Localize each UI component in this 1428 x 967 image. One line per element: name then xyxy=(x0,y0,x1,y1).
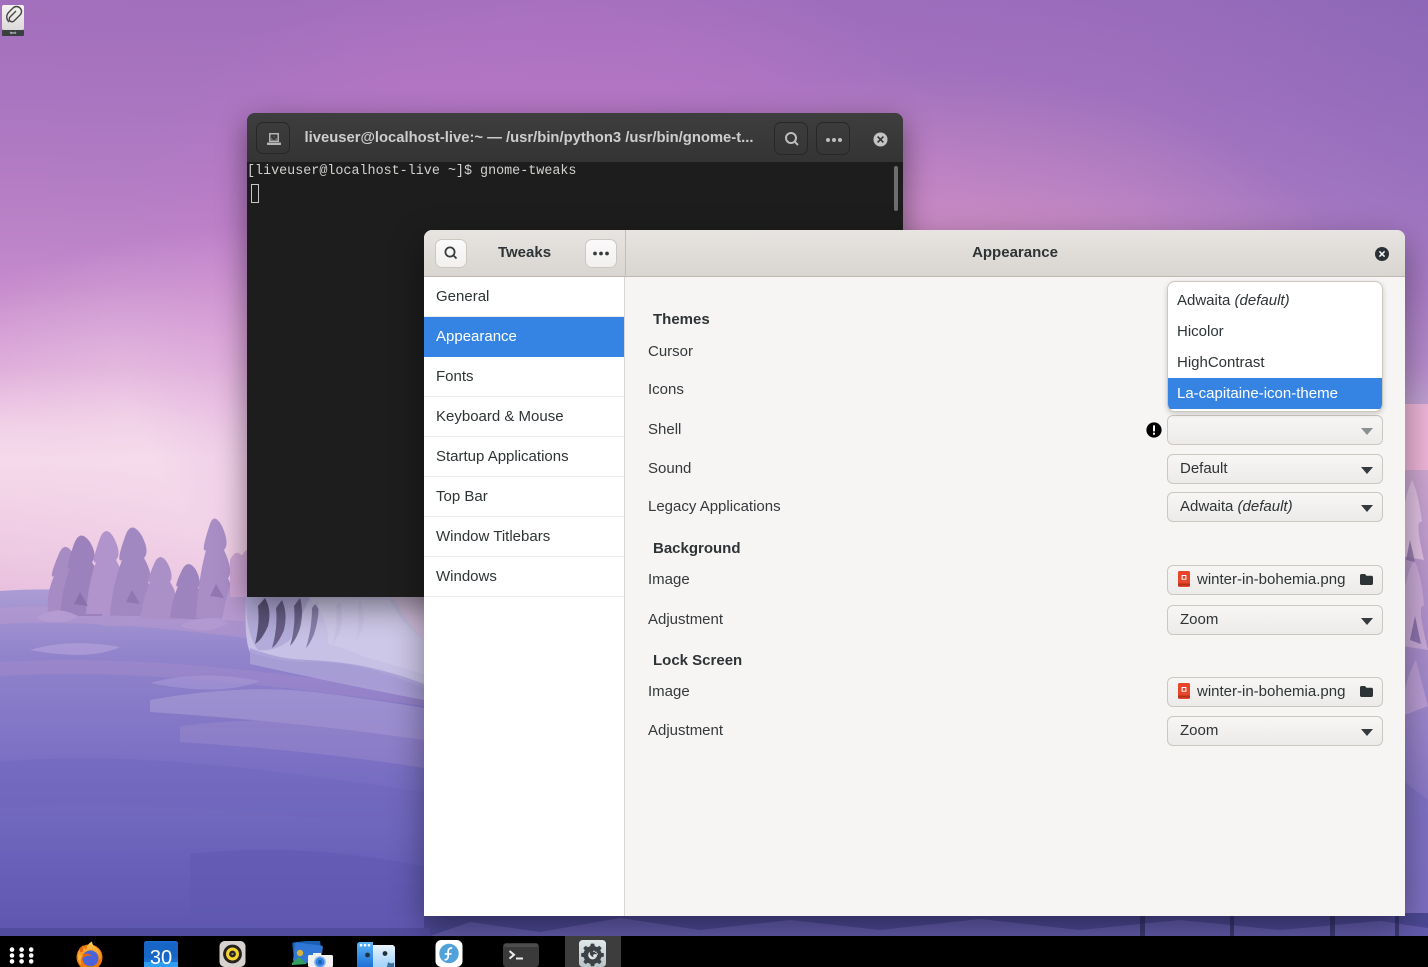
svg-text:30: 30 xyxy=(150,947,172,967)
